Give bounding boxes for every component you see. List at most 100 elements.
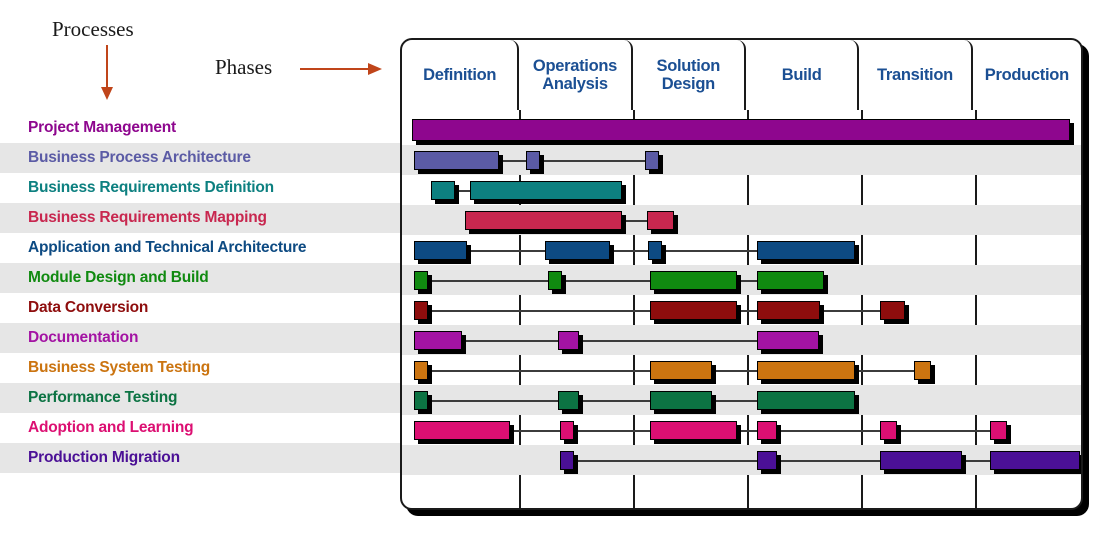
- gantt-row: [402, 445, 1081, 475]
- bar-connector: [737, 310, 757, 312]
- bar-connector: [574, 430, 650, 432]
- gantt-bar[interactable]: [526, 151, 540, 170]
- bar-connector: [428, 370, 650, 372]
- gantt-row: [402, 295, 1081, 325]
- bar-connector: [712, 370, 757, 372]
- gantt-row: [402, 175, 1081, 205]
- gantt-bar[interactable]: [650, 301, 737, 320]
- gantt-bar[interactable]: [757, 391, 855, 410]
- gantt-bar[interactable]: [650, 391, 712, 410]
- grid-rows: [402, 115, 1081, 475]
- gantt-row: [402, 235, 1081, 265]
- bar-connector: [712, 400, 757, 402]
- gantt-bar[interactable]: [470, 181, 622, 200]
- bar-connector: [777, 460, 880, 462]
- gantt-bar[interactable]: [414, 331, 462, 350]
- gantt-bar[interactable]: [650, 421, 737, 440]
- bar-connector: [510, 430, 560, 432]
- arrow-down-icon: [101, 45, 113, 100]
- gantt-bar[interactable]: [757, 271, 824, 290]
- gantt-bar[interactable]: [757, 361, 855, 380]
- gantt-bar[interactable]: [914, 361, 931, 380]
- gantt-bar[interactable]: [880, 301, 905, 320]
- gantt-bar[interactable]: [412, 119, 1070, 141]
- process-label: Data Conversion: [28, 299, 149, 316]
- bar-connector: [662, 250, 757, 252]
- gantt-bar[interactable]: [650, 361, 712, 380]
- gantt-bar[interactable]: [414, 271, 428, 290]
- gantt-bar[interactable]: [757, 421, 777, 440]
- phase-header-row: Definition Operations Analysis Solution Desi…: [402, 40, 1081, 110]
- grid-frame: Definition Operations Analysis Solution Desi…: [400, 38, 1083, 510]
- gantt-bar[interactable]: [990, 421, 1007, 440]
- bar-connector: [574, 460, 757, 462]
- gantt-bar[interactable]: [558, 391, 579, 410]
- phase-header-build[interactable]: Build: [746, 40, 860, 110]
- process-label: Business Requirements Mapping: [0, 203, 400, 233]
- phase-header-definition[interactable]: Definition: [402, 40, 520, 110]
- gantt-bar[interactable]: [990, 451, 1080, 470]
- gantt-bar[interactable]: [548, 271, 562, 290]
- gantt-bar[interactable]: [880, 451, 962, 470]
- phases-annotation: Phases: [215, 55, 273, 79]
- process-label: Application and Technical Architecture: [28, 239, 307, 256]
- phase-header-transition[interactable]: Transition: [859, 40, 973, 110]
- bar-connector: [855, 370, 914, 372]
- gantt-bar[interactable]: [431, 181, 455, 200]
- process-label: Business Process Architecture: [0, 143, 400, 173]
- bar-connector: [499, 160, 526, 162]
- phase-header-label: Solution Design: [656, 57, 721, 93]
- gantt-bar[interactable]: [414, 361, 428, 380]
- phase-header-label: Definition: [423, 66, 497, 84]
- gantt-bar[interactable]: [880, 421, 897, 440]
- gantt-bar[interactable]: [757, 241, 855, 260]
- phase-header-label: Build: [781, 66, 822, 84]
- process-label: Performance Testing: [0, 383, 400, 413]
- gantt-row: [402, 415, 1081, 445]
- process-label: Module Design and Build: [0, 263, 400, 293]
- phase-header-label: Transition: [877, 66, 953, 84]
- gantt-bar[interactable]: [414, 241, 467, 260]
- gantt-bar[interactable]: [558, 331, 579, 350]
- gantt-bar[interactable]: [560, 421, 574, 440]
- gantt-bar[interactable]: [414, 301, 428, 320]
- gantt-bar[interactable]: [414, 421, 510, 440]
- bar-connector: [737, 280, 757, 282]
- gantt-bar[interactable]: [757, 331, 819, 350]
- diagram-root: Processes Phases Project Management Busin…: [0, 0, 1112, 557]
- gantt-bar[interactable]: [647, 211, 674, 230]
- phase-header-solution-design[interactable]: Solution Design: [633, 40, 746, 110]
- gantt-bar[interactable]: [560, 451, 574, 470]
- gantt-row: [402, 325, 1081, 355]
- phase-header-label: Production: [984, 66, 1069, 84]
- bar-connector: [428, 280, 548, 282]
- bar-connector: [428, 400, 558, 402]
- gantt-bar[interactable]: [465, 211, 622, 230]
- gantt-bar[interactable]: [645, 151, 659, 170]
- bar-connector: [737, 430, 757, 432]
- process-label: Documentation: [0, 323, 400, 353]
- gantt-bar[interactable]: [757, 451, 777, 470]
- bar-connector: [579, 400, 650, 402]
- process-label: Adoption and Learning: [28, 419, 194, 436]
- phase-header-operations-analysis[interactable]: Operations Analysis: [519, 40, 633, 110]
- bar-connector: [455, 190, 470, 192]
- gantt-row: [402, 385, 1081, 415]
- gantt-bar[interactable]: [545, 241, 610, 260]
- gantt-row: [402, 145, 1081, 175]
- gantt-row: [402, 115, 1081, 145]
- bar-connector: [428, 310, 650, 312]
- gantt-bar[interactable]: [648, 241, 662, 260]
- arrow-right-icon: [300, 63, 382, 75]
- gantt-bar[interactable]: [414, 151, 499, 170]
- process-label: Business Requirements Definition: [28, 179, 274, 196]
- gantt-bar[interactable]: [650, 271, 737, 290]
- phase-header-production[interactable]: Production: [973, 40, 1081, 110]
- gantt-bar[interactable]: [757, 301, 820, 320]
- process-label: Production Migration: [0, 443, 400, 473]
- gantt-bar[interactable]: [414, 391, 428, 410]
- bar-connector: [897, 430, 990, 432]
- bar-connector: [962, 460, 990, 462]
- gantt-row: [402, 355, 1081, 385]
- phase-header-label: Operations Analysis: [532, 57, 618, 93]
